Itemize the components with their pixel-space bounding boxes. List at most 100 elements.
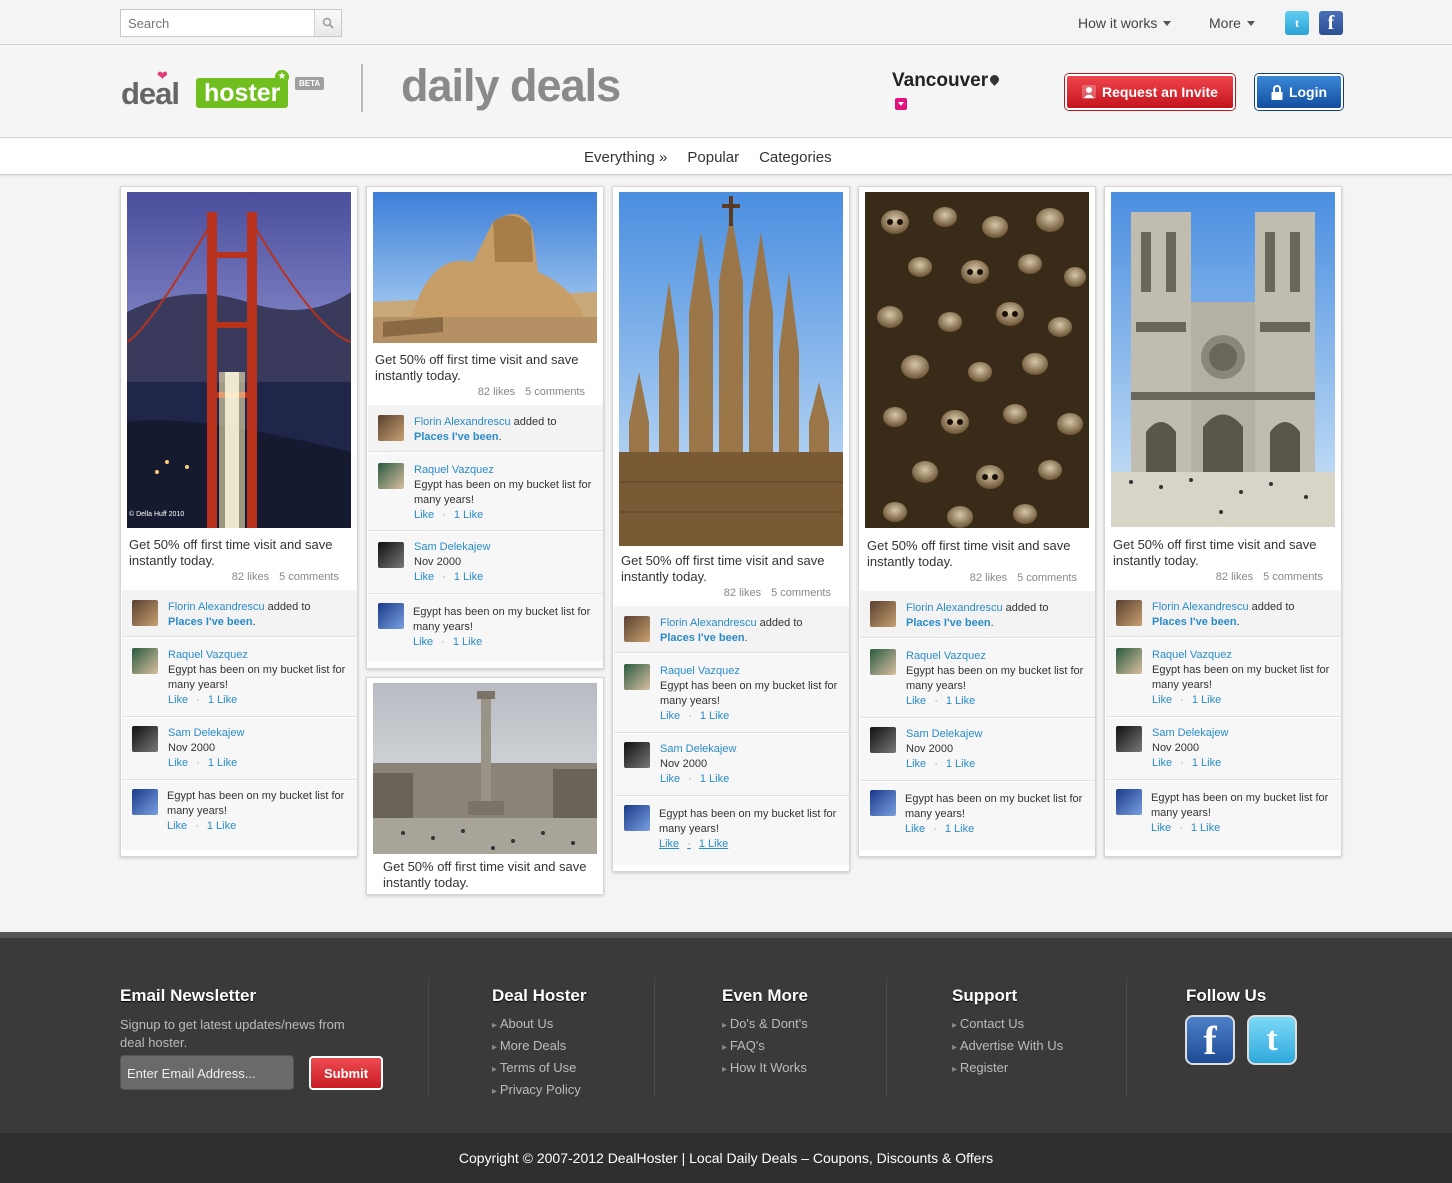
board-link[interactable]: Places I've been: [168, 616, 253, 628]
avatar[interactable]: [1116, 789, 1142, 815]
city-selector[interactable]: Vancouver: [892, 70, 1001, 92]
like-count-link[interactable]: 1 Like: [454, 509, 483, 521]
avatar[interactable]: [132, 600, 158, 626]
like-link[interactable]: Like: [167, 820, 187, 832]
footer-link-about[interactable]: About Us: [492, 1016, 586, 1031]
user-link[interactable]: Raquel Vazquez: [1152, 649, 1232, 661]
deal-title[interactable]: Get 50% off first time visit and save in…: [1113, 537, 1337, 569]
deal-image-sphinx[interactable]: [373, 192, 597, 343]
submit-button[interactable]: Submit: [309, 1056, 383, 1090]
like-link[interactable]: Like: [1152, 757, 1172, 769]
like-count-link[interactable]: 1 Like: [453, 636, 482, 648]
deal-card[interactable]: © Della Huff 2010 Get 50% off first time…: [120, 186, 358, 857]
nav-categories[interactable]: Categories: [759, 149, 832, 166]
like-count-link[interactable]: 1 Like: [699, 838, 728, 850]
deal-title[interactable]: Get 50% off first time visit and save in…: [383, 859, 598, 891]
deal-image-trafalgar-square[interactable]: [373, 683, 597, 854]
like-link[interactable]: Like: [414, 571, 434, 583]
search-button[interactable]: [314, 10, 341, 36]
like-count-link[interactable]: 1 Like: [1192, 694, 1221, 706]
avatar[interactable]: [870, 649, 896, 675]
login-button[interactable]: Login: [1255, 74, 1343, 110]
footer-link-how-it-works[interactable]: How It Works: [722, 1060, 808, 1075]
like-link[interactable]: Like: [413, 636, 433, 648]
nav-everything[interactable]: Everything »: [584, 149, 667, 166]
deal-card[interactable]: Get 50% off first time visit and save in…: [858, 186, 1096, 857]
footer-link-advertise[interactable]: Advertise With Us: [952, 1038, 1063, 1053]
facebook-icon[interactable]: f: [1185, 1015, 1235, 1065]
user-link[interactable]: Florin Alexandrescu: [1152, 601, 1249, 613]
email-input[interactable]: Enter Email Address...: [120, 1055, 294, 1090]
avatar[interactable]: [132, 726, 158, 752]
like-count-link[interactable]: 1 Like: [208, 757, 237, 769]
avatar[interactable]: [870, 601, 896, 627]
avatar[interactable]: [624, 805, 650, 831]
nav-how-it-works[interactable]: How it works: [1078, 15, 1172, 31]
deal-image-golden-gate[interactable]: [127, 192, 351, 528]
user-link[interactable]: Sam Delekajew: [906, 728, 982, 740]
like-count-link[interactable]: 1 Like: [208, 694, 237, 706]
like-count-link[interactable]: 1 Like: [946, 695, 975, 707]
nav-popular[interactable]: Popular: [687, 149, 739, 166]
deal-card[interactable]: Get 50% off first time visit and save in…: [366, 186, 604, 669]
request-invite-button[interactable]: Request an Invite: [1065, 74, 1235, 110]
user-link[interactable]: Raquel Vazquez: [906, 650, 986, 662]
like-link[interactable]: Like: [168, 757, 188, 769]
like-link[interactable]: Like: [905, 823, 925, 835]
twitter-icon[interactable]: t: [1247, 1015, 1297, 1065]
deal-card[interactable]: Get 50% off first time visit and save in…: [1104, 186, 1342, 857]
like-count-link[interactable]: 1 Like: [945, 823, 974, 835]
avatar[interactable]: [1116, 600, 1142, 626]
avatar[interactable]: [378, 542, 404, 568]
like-count-link[interactable]: 1 Like: [1191, 822, 1220, 834]
nav-more[interactable]: More: [1209, 15, 1255, 31]
user-link[interactable]: Florin Alexandrescu: [660, 617, 757, 629]
user-link[interactable]: Sam Delekajew: [1152, 727, 1228, 739]
avatar[interactable]: [624, 664, 650, 690]
user-link[interactable]: Florin Alexandrescu: [906, 602, 1003, 614]
avatar[interactable]: [624, 742, 650, 768]
footer-link-privacy[interactable]: Privacy Policy: [492, 1082, 586, 1097]
deal-title[interactable]: Get 50% off first time visit and save in…: [621, 553, 845, 585]
deal-title[interactable]: Get 50% off first time visit and save in…: [129, 537, 353, 569]
avatar[interactable]: [132, 648, 158, 674]
facebook-icon[interactable]: f: [1319, 11, 1343, 35]
footer-link-dos-donts[interactable]: Do's & Dont's: [722, 1016, 808, 1031]
user-link[interactable]: Florin Alexandrescu: [168, 601, 265, 613]
user-link[interactable]: Florin Alexandrescu: [414, 416, 511, 428]
like-link[interactable]: Like: [906, 695, 926, 707]
like-link[interactable]: Like: [1152, 694, 1172, 706]
twitter-icon[interactable]: t: [1285, 11, 1309, 35]
avatar[interactable]: [870, 790, 896, 816]
avatar[interactable]: [378, 603, 404, 629]
search-input[interactable]: [121, 10, 315, 36]
footer-link-contact[interactable]: Contact Us: [952, 1016, 1063, 1031]
board-link[interactable]: Places I've been: [906, 617, 991, 629]
footer-link-terms[interactable]: Terms of Use: [492, 1060, 586, 1075]
like-count-link[interactable]: 1 Like: [454, 571, 483, 583]
like-count-link[interactable]: 1 Like: [700, 710, 729, 722]
avatar[interactable]: [1116, 648, 1142, 674]
avatar[interactable]: [624, 616, 650, 642]
deal-card[interactable]: Get 50% off first time visit and save in…: [366, 677, 604, 895]
like-link[interactable]: Like: [906, 758, 926, 770]
like-count-link[interactable]: 1 Like: [207, 820, 236, 832]
board-link[interactable]: Places I've been: [1152, 616, 1237, 628]
like-link[interactable]: Like: [168, 694, 188, 706]
like-link[interactable]: Like: [414, 509, 434, 521]
city-dropdown-toggle[interactable]: [895, 98, 907, 110]
avatar[interactable]: [378, 463, 404, 489]
like-link[interactable]: Like: [659, 838, 679, 850]
user-link[interactable]: Raquel Vazquez: [168, 649, 248, 661]
deal-image-sagrada-familia[interactable]: [619, 192, 843, 546]
like-count-link[interactable]: 1 Like: [1192, 757, 1221, 769]
like-link[interactable]: Like: [1151, 822, 1171, 834]
deal-image-catacombs[interactable]: [865, 192, 1089, 528]
user-link[interactable]: Sam Delekajew: [168, 727, 244, 739]
user-link[interactable]: Raquel Vazquez: [414, 464, 494, 476]
user-link[interactable]: Sam Delekajew: [414, 541, 490, 553]
footer-link-more-deals[interactable]: More Deals: [492, 1038, 586, 1053]
board-link[interactable]: Places I've been: [414, 431, 499, 443]
deal-image-notre-dame[interactable]: [1111, 192, 1335, 527]
deal-title[interactable]: Get 50% off first time visit and save in…: [867, 538, 1091, 570]
